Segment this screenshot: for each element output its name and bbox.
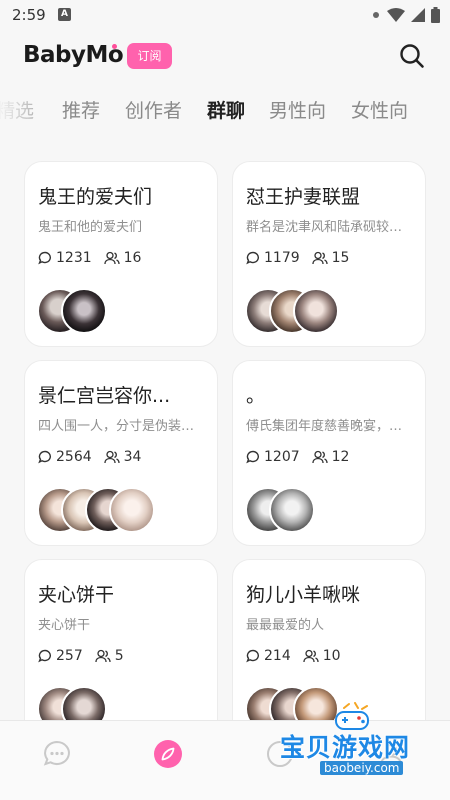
message-count: 1179 (246, 250, 300, 266)
card-stats: 1179 15 (246, 250, 361, 266)
message-icon (38, 450, 51, 464)
nav-discover[interactable] (153, 739, 183, 769)
card-title: 夹心饼干 (38, 584, 115, 606)
member-count-value: 16 (123, 250, 142, 266)
card-description: 夹心饼干 (38, 618, 91, 633)
card-description: 鬼王和他的爱夫们 (38, 220, 143, 235)
message-count-value: 214 (264, 648, 291, 664)
chat-bubble-icon (43, 740, 70, 766)
search-button[interactable] (398, 42, 426, 70)
status-time: 2:59 (12, 6, 46, 24)
group-card[interactable]: 。 傅氏集团年度慈善晚宴，… 1207 12 (232, 360, 426, 546)
card-title: 鬼王的爱夫们 (38, 186, 153, 208)
nav-messages[interactable] (42, 739, 72, 769)
card-title: 怼王护妻联盟 (246, 186, 361, 208)
card-description: 最最最爱的人 (246, 618, 325, 633)
card-title: 。 (246, 385, 266, 407)
message-icon (246, 649, 259, 663)
avatar (61, 288, 107, 334)
category-tabs: 精选 推荐 创作者 群聊 男性向 女性向 (0, 96, 450, 132)
member-count-value: 10 (322, 648, 341, 664)
avatar (293, 288, 339, 334)
member-avatars (37, 288, 107, 336)
card-title: 狗儿小羊啾咪 (246, 584, 361, 606)
message-icon (246, 450, 259, 464)
message-count: 214 (246, 648, 291, 664)
member-avatars (245, 487, 315, 535)
card-stats: 214 10 (246, 648, 353, 664)
members-icon (103, 450, 120, 464)
subscribe-button[interactable]: 订阅 (127, 43, 172, 69)
tab-group-chat[interactable]: 群聊 (207, 96, 245, 123)
app-logo: BabyMo (23, 42, 124, 68)
tab-creators[interactable]: 创作者 (125, 96, 182, 123)
member-count-value: 5 (114, 648, 124, 664)
message-count-value: 1179 (264, 250, 300, 266)
group-card[interactable]: 鬼王的爱夫们 鬼王和他的爱夫们 1231 16 (24, 161, 218, 347)
site-watermark: 宝贝游戏网 baobeiy.com (276, 702, 436, 780)
logo-dot (112, 44, 117, 49)
card-description: 傅氏集团年度慈善晚宴，… (246, 419, 403, 434)
search-icon (400, 44, 424, 68)
message-icon (246, 251, 259, 265)
tab-female-oriented[interactable]: 女性向 (351, 96, 408, 123)
card-stats: 2564 34 (38, 449, 153, 465)
avatar (269, 487, 315, 533)
message-count-value: 257 (56, 648, 83, 664)
message-count: 1207 (246, 449, 300, 465)
message-icon (38, 251, 51, 265)
member-count-value: 15 (331, 250, 350, 266)
wifi-icon (387, 8, 405, 22)
compass-icon (154, 740, 182, 768)
member-count: 5 (95, 648, 124, 664)
card-stats: 257 5 (38, 648, 136, 664)
avatar (109, 487, 155, 533)
watermark-url: baobeiy.com (320, 761, 404, 775)
message-count-value: 2564 (56, 449, 92, 465)
member-count-value: 34 (123, 449, 142, 465)
status-bar: 2:59 A (0, 0, 450, 30)
member-avatars (37, 487, 155, 535)
group-card[interactable]: 怼王护妻联盟 群名是沈聿风和陆承砚较… 1179 15 (232, 161, 426, 347)
card-description: 群名是沈聿风和陆承砚较… (246, 220, 403, 235)
member-avatars (245, 288, 339, 336)
members-icon (95, 649, 111, 663)
tabs-fade-left (0, 96, 42, 132)
message-count-value: 1231 (56, 250, 92, 266)
tab-recommended[interactable]: 推荐 (62, 96, 100, 123)
member-count: 15 (311, 250, 350, 266)
notification-app-icon: A (58, 8, 71, 21)
message-count: 1231 (38, 250, 92, 266)
card-title: 景仁宫岂容你... (38, 385, 171, 407)
signal-dot-icon (373, 12, 379, 18)
card-stats: 1231 16 (38, 250, 153, 266)
watermark-text: 宝贝游戏网 (280, 733, 411, 762)
card-stats: 1207 12 (246, 449, 361, 465)
members-icon (303, 649, 319, 663)
battery-icon (431, 7, 440, 23)
group-card[interactable]: 夹心饼干 夹心饼干 257 5 (24, 559, 218, 745)
members-icon (311, 450, 328, 464)
message-count-value: 1207 (264, 449, 300, 465)
card-description: 四人围一人，分寸是伪装… (38, 419, 195, 434)
members-icon (103, 251, 120, 265)
member-count: 34 (103, 449, 142, 465)
cell-signal-icon (411, 8, 425, 22)
tabs-fade-right (420, 96, 450, 132)
member-count: 12 (311, 449, 350, 465)
message-count: 257 (38, 648, 83, 664)
app-header: BabyMo 订阅 (0, 30, 450, 82)
group-card[interactable]: 景仁宫岂容你... 四人围一人，分寸是伪装… 2564 34 (24, 360, 218, 546)
status-indicators (371, 7, 440, 23)
members-icon (311, 251, 328, 265)
message-icon (38, 649, 51, 663)
member-count: 10 (303, 648, 341, 664)
member-count: 16 (103, 250, 142, 266)
member-count-value: 12 (331, 449, 350, 465)
tab-male-oriented[interactable]: 男性向 (269, 96, 326, 123)
message-count: 2564 (38, 449, 92, 465)
